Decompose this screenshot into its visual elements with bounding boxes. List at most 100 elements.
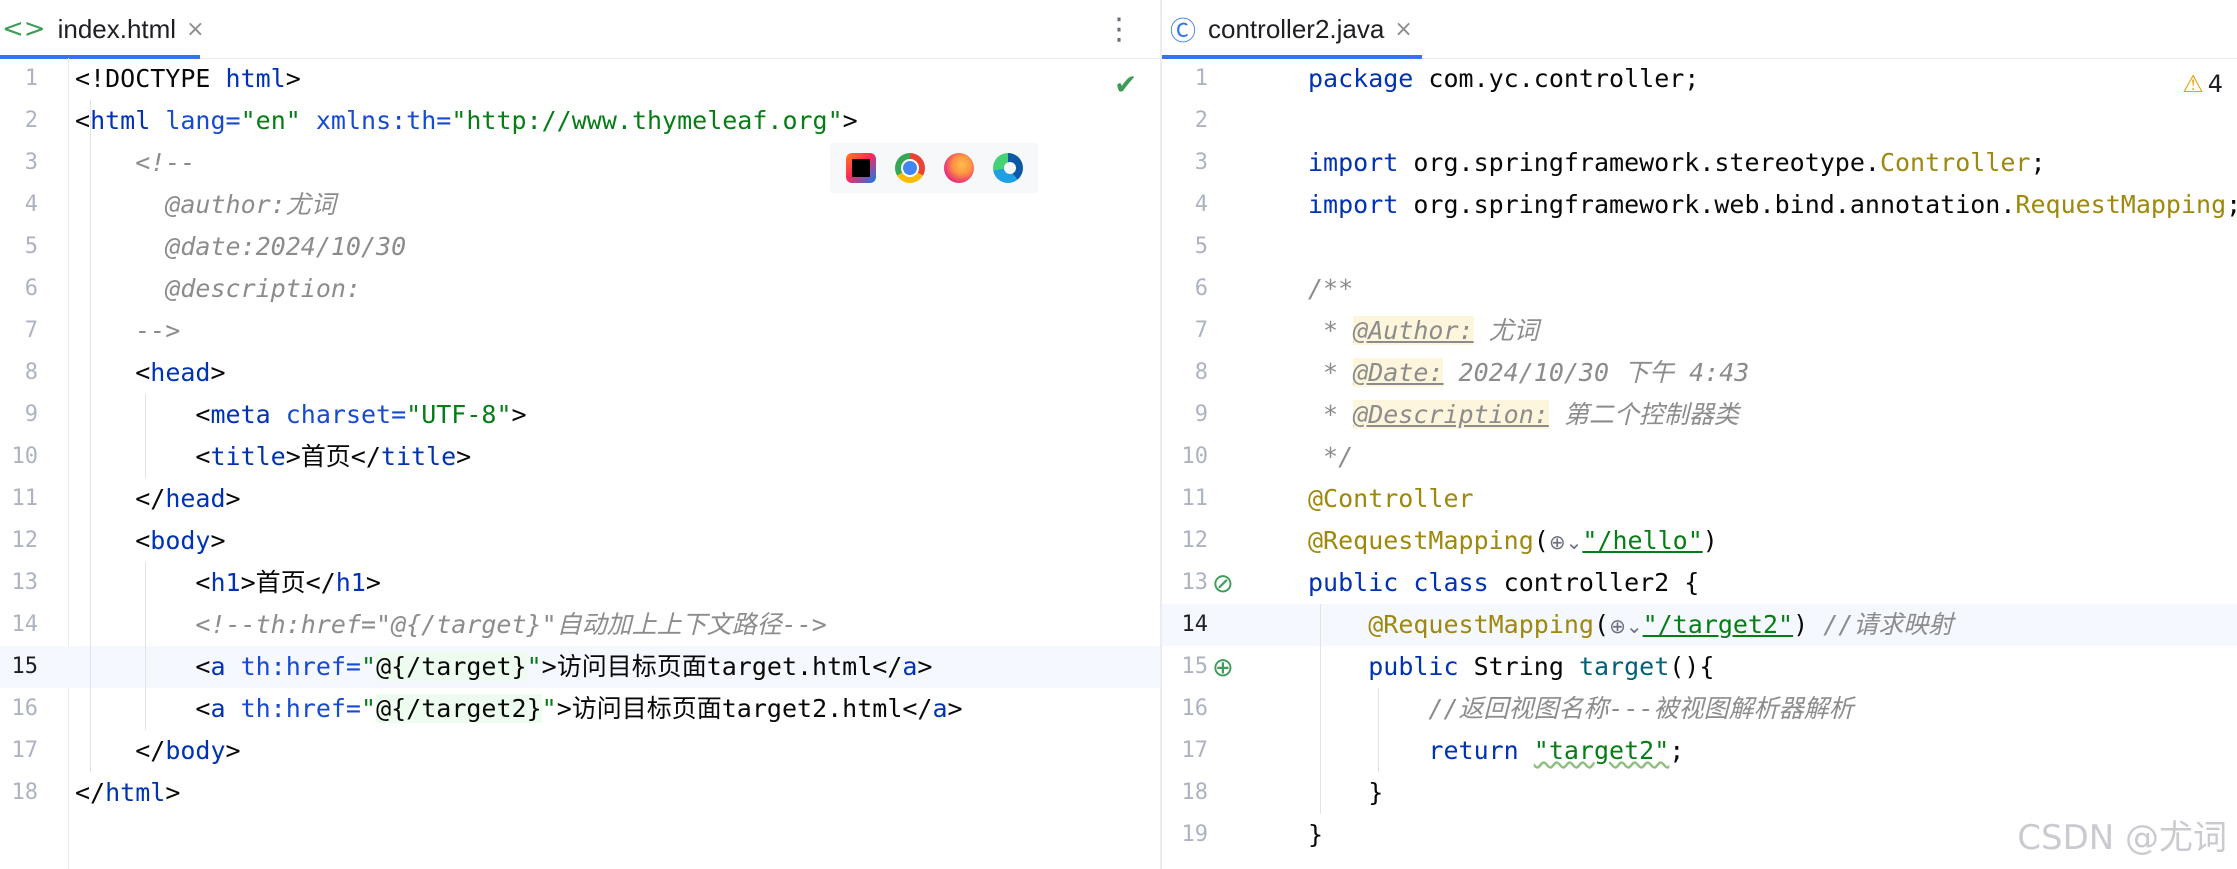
code-token: //请求映射 bbox=[1823, 610, 1954, 639]
line-number: 14 bbox=[11, 612, 39, 637]
code-token: a bbox=[932, 694, 948, 723]
code-token: h1 bbox=[210, 568, 241, 597]
code-token: @Description: bbox=[1353, 400, 1549, 429]
request-mapping-gutter-icon[interactable]: ⊕ bbox=[1212, 647, 1234, 689]
tab-controller2-java[interactable]: Ⓒ controller2.java × bbox=[1162, 0, 1423, 59]
indent-guide bbox=[145, 394, 146, 478]
code-line[interactable]: 11 </head> bbox=[0, 478, 1160, 520]
code-line[interactable]: 10 <title>首页</title> bbox=[0, 436, 1160, 478]
code-line[interactable]: 6 /** bbox=[1162, 268, 2237, 310]
code-text: public class controller2 { bbox=[1308, 562, 1699, 604]
edge-browser-icon[interactable] bbox=[992, 153, 1023, 183]
line-number: 18 bbox=[11, 780, 39, 805]
code-token: body bbox=[150, 526, 211, 555]
code-token: * bbox=[1308, 316, 1354, 345]
code-text: @RequestMapping(⊕⌄"/target2") //请求映射 bbox=[1308, 604, 1953, 647]
code-line[interactable]: 15 public String target(){ bbox=[1162, 646, 2237, 688]
firefox-browser-icon[interactable] bbox=[943, 153, 974, 183]
code-line[interactable]: 3 import org.springframework.stereotype.C… bbox=[1162, 142, 2237, 184]
warnings-indicator[interactable]: ⚠ 4 bbox=[2182, 70, 2223, 98]
code-token: </ bbox=[75, 736, 166, 765]
code-text: * @Description: 第二个控制器类 bbox=[1308, 394, 1739, 436]
close-tab-icon[interactable]: × bbox=[1394, 17, 1412, 42]
code-line[interactable]: 17 </body> bbox=[0, 730, 1160, 772]
code-token: */ bbox=[1308, 442, 1354, 471]
code-line[interactable]: 9 * @Description: 第二个控制器类 bbox=[1162, 394, 2237, 436]
bean-class-gutter-icon[interactable]: ⊘ bbox=[1212, 563, 1234, 605]
code-line[interactable]: 12 @RequestMapping(⊕⌄"/hello") bbox=[1162, 520, 2237, 562]
code-line[interactable]: 15 <a th:href="@{/target}">访问目标页面target.… bbox=[0, 646, 1160, 688]
line-number: 13 bbox=[11, 570, 39, 595]
code-line[interactable]: 11 @Controller bbox=[1162, 478, 2237, 520]
line-number: 1 bbox=[1194, 66, 1208, 91]
indent-guide bbox=[90, 100, 91, 772]
code-line[interactable]: 8 <head> bbox=[0, 352, 1160, 394]
code-line[interactable]: 4 import org.springframework.web.bind.ann… bbox=[1162, 184, 2237, 226]
code-line[interactable]: 2 bbox=[1162, 100, 2237, 142]
code-token: * bbox=[1308, 400, 1354, 429]
line-number: 6 bbox=[24, 276, 38, 301]
code-text: * @Author: 尤词 bbox=[1308, 310, 1539, 352]
code-line[interactable]: 16 //返回视图名称---被视图解析器解析 bbox=[1162, 688, 2237, 730]
code-line[interactable]: 16 <a th:href="@{/target2}">访问目标页面target… bbox=[0, 688, 1160, 730]
code-line[interactable]: 2 <html lang="en" xmlns:th="http://www.th… bbox=[0, 100, 1160, 142]
code-token: (){ bbox=[1669, 652, 1715, 681]
code-token: com.yc.controller; bbox=[1428, 64, 1700, 93]
code-token: < bbox=[75, 694, 211, 723]
code-token: RequestMapping bbox=[2015, 190, 2227, 219]
code-token: < bbox=[75, 358, 151, 387]
code-token: a bbox=[210, 652, 241, 681]
line-number: 6 bbox=[1194, 276, 1208, 301]
code-line[interactable]: 5 @date:2024/10/30 bbox=[0, 226, 1160, 268]
code-token: org.springframework.web.bind.annotation. bbox=[1413, 190, 2016, 219]
code-token: > bbox=[285, 64, 301, 93]
code-line[interactable]: 18 </html> bbox=[0, 772, 1160, 814]
code-line[interactable]: 12 <body> bbox=[0, 520, 1160, 562]
line-number: 8 bbox=[1194, 360, 1208, 385]
code-line[interactable]: 10 */ bbox=[1162, 436, 2237, 478]
code-line[interactable]: 5 bbox=[1162, 226, 2237, 268]
code-token: html bbox=[225, 64, 286, 93]
code-token: public class bbox=[1308, 568, 1504, 597]
code-token: "en" bbox=[240, 106, 316, 135]
code-token: Controller bbox=[1879, 148, 2031, 177]
code-line[interactable]: 7 --> bbox=[0, 310, 1160, 352]
code-line[interactable]: 17 return "target2"; bbox=[1162, 730, 2237, 772]
code-token: html bbox=[105, 778, 166, 807]
code-line[interactable]: 7 * @Author: 尤词 bbox=[1162, 310, 2237, 352]
chrome-browser-icon[interactable] bbox=[894, 153, 925, 183]
close-tab-icon[interactable]: × bbox=[186, 17, 204, 42]
code-token: < bbox=[75, 106, 91, 135]
html-file-icon: <> bbox=[2, 14, 46, 44]
code-line[interactable]: 8 * @Date: 2024/10/30 下午 4:43 bbox=[1162, 352, 2237, 394]
code-token: < bbox=[75, 526, 151, 555]
intellij-browser-icon[interactable] bbox=[845, 153, 876, 183]
code-token: th:href= bbox=[240, 694, 361, 723]
code-text: <a th:href="@{/target}">访问目标页面target.htm… bbox=[75, 646, 932, 688]
code-token: <!-- bbox=[75, 148, 196, 177]
code-line[interactable]: 14 <!--th:href="@{/target}"自动加上上下文路径--> bbox=[0, 604, 1160, 646]
code-line[interactable]: 18 } bbox=[1162, 772, 2237, 814]
code-line[interactable]: 13 <h1>首页</h1> bbox=[0, 562, 1160, 604]
code-token: > bbox=[365, 568, 381, 597]
no-problems-check-icon[interactable]: ✔ bbox=[1114, 68, 1137, 101]
code-token: ; bbox=[1669, 736, 1685, 765]
right-code-editor[interactable]: 1 package com.yc.controller; 2 3 import org.… bbox=[1162, 58, 2237, 869]
code-line[interactable]: 13 public class controller2 { bbox=[1162, 562, 2237, 604]
code-line[interactable]: 6 @description: bbox=[0, 268, 1160, 310]
code-line[interactable]: 1 package com.yc.controller; bbox=[1162, 58, 2237, 100]
code-token: org.springframework.stereotype. bbox=[1413, 148, 1880, 177]
line-number: 12 bbox=[1181, 528, 1209, 553]
code-token: > bbox=[511, 400, 527, 429]
code-line[interactable]: 9 <meta charset="UTF-8"> bbox=[0, 394, 1160, 436]
url-inlay-globe-icon: ⊕⌄ bbox=[1548, 530, 1583, 554]
code-token: >访问目标页面target.html</ bbox=[541, 652, 903, 681]
code-token: title bbox=[210, 442, 286, 471]
code-token: > bbox=[165, 778, 181, 807]
tab-index-html[interactable]: <> index.html × bbox=[0, 0, 215, 59]
tab-label: index.html bbox=[57, 13, 177, 44]
code-line[interactable]: 14 @RequestMapping(⊕⌄"/target2") //请求映射 bbox=[1162, 604, 2237, 646]
code-text: <body> bbox=[75, 520, 225, 562]
more-options-icon[interactable]: ⋮ bbox=[1104, 12, 1134, 47]
code-line[interactable]: 1 <!DOCTYPE html> bbox=[0, 58, 1160, 100]
